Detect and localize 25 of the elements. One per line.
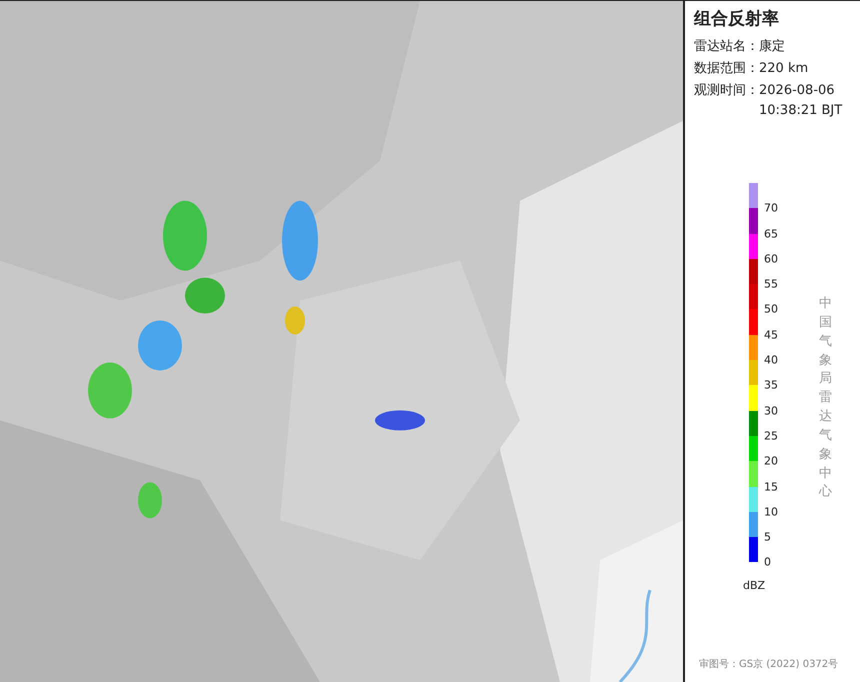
unit-label: dBZ	[743, 578, 766, 594]
legend-label: 0	[764, 556, 771, 568]
legend-label: 15	[764, 481, 778, 492]
legend-label: 25	[764, 430, 778, 442]
legend-label: 70	[764, 202, 778, 214]
legend-label: 35	[764, 380, 778, 391]
approval-number: 审图号：GS京 (2022) 0372号	[699, 658, 838, 672]
legend-label: 50	[764, 304, 778, 315]
legend-label: 55	[764, 278, 778, 290]
field-value: 康定	[759, 38, 786, 56]
field-label: 雷达站名：	[694, 38, 759, 56]
field-value: 2026-08-06 10:38:21 BJT	[759, 82, 844, 120]
legend-label: 40	[764, 354, 778, 366]
legend-label: 30	[764, 405, 778, 416]
field-label: 观测时间：	[694, 82, 759, 100]
legend-label: 5	[764, 532, 771, 543]
panel-title: 组合反射率	[694, 8, 780, 31]
legend-label: 20	[764, 456, 778, 467]
credit-text: 中国气象局雷达气象中心	[819, 295, 832, 502]
field-value: 220 km	[759, 60, 810, 78]
field-label: 数据范围：	[694, 60, 759, 78]
legend-label: 65	[764, 228, 778, 240]
legend-label: 10	[764, 506, 778, 518]
legend-label: 60	[764, 253, 778, 264]
legend-label: 45	[764, 329, 778, 340]
